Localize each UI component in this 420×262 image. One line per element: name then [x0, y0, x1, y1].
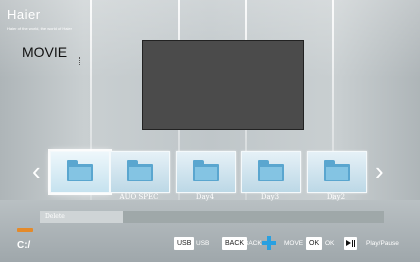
chevron-right-icon[interactable]: ›: [375, 158, 384, 184]
folder-icon: [324, 160, 350, 181]
background-floor: [0, 200, 420, 262]
folder-label: Day3: [260, 193, 280, 201]
folder-icon: [67, 160, 93, 181]
folder-item-auo-spec[interactable]: [110, 151, 170, 193]
preview-window: [142, 40, 304, 130]
back-hint-label: BACK: [244, 240, 262, 247]
delete-bar[interactable]: Delete: [40, 211, 384, 223]
current-path: C:/: [17, 240, 31, 251]
ok-hint-label: OK: [325, 240, 335, 247]
chevron-left-icon[interactable]: ‹: [32, 158, 41, 184]
folder-icon: [127, 160, 153, 181]
folder-icon: [193, 160, 219, 181]
ok-key: OK: [306, 237, 323, 250]
play-pause-hint-label: Play/Pause: [366, 240, 399, 247]
status-indicator: [17, 228, 33, 232]
folder-item-day2[interactable]: [307, 151, 367, 193]
folder-label: Day2: [326, 193, 346, 201]
usb-key: USB: [174, 237, 195, 250]
folder-item-day3[interactable]: [241, 151, 301, 193]
folder-label: AUO SPEC: [119, 193, 159, 201]
play-pause-icon: [344, 237, 357, 250]
brand-tagline: Haier of the world, the world of Haier: [7, 26, 72, 31]
dpad-cross-icon: [262, 236, 276, 250]
title-divider: [79, 57, 81, 65]
folder-label: Day4: [195, 193, 215, 201]
folder-icon: [258, 160, 284, 181]
folder-item-selected[interactable]: [50, 151, 110, 193]
delete-label: Delete: [45, 213, 65, 220]
brand-logo: Haier: [7, 7, 41, 22]
usb-hint-label: USB: [196, 240, 210, 247]
media-browser-screen: Haier Haier of the world, the world of H…: [0, 0, 420, 262]
folder-item-day4[interactable]: [176, 151, 236, 193]
move-hint-label: MOVE: [284, 240, 304, 247]
page-title: MOVIE: [22, 44, 68, 60]
